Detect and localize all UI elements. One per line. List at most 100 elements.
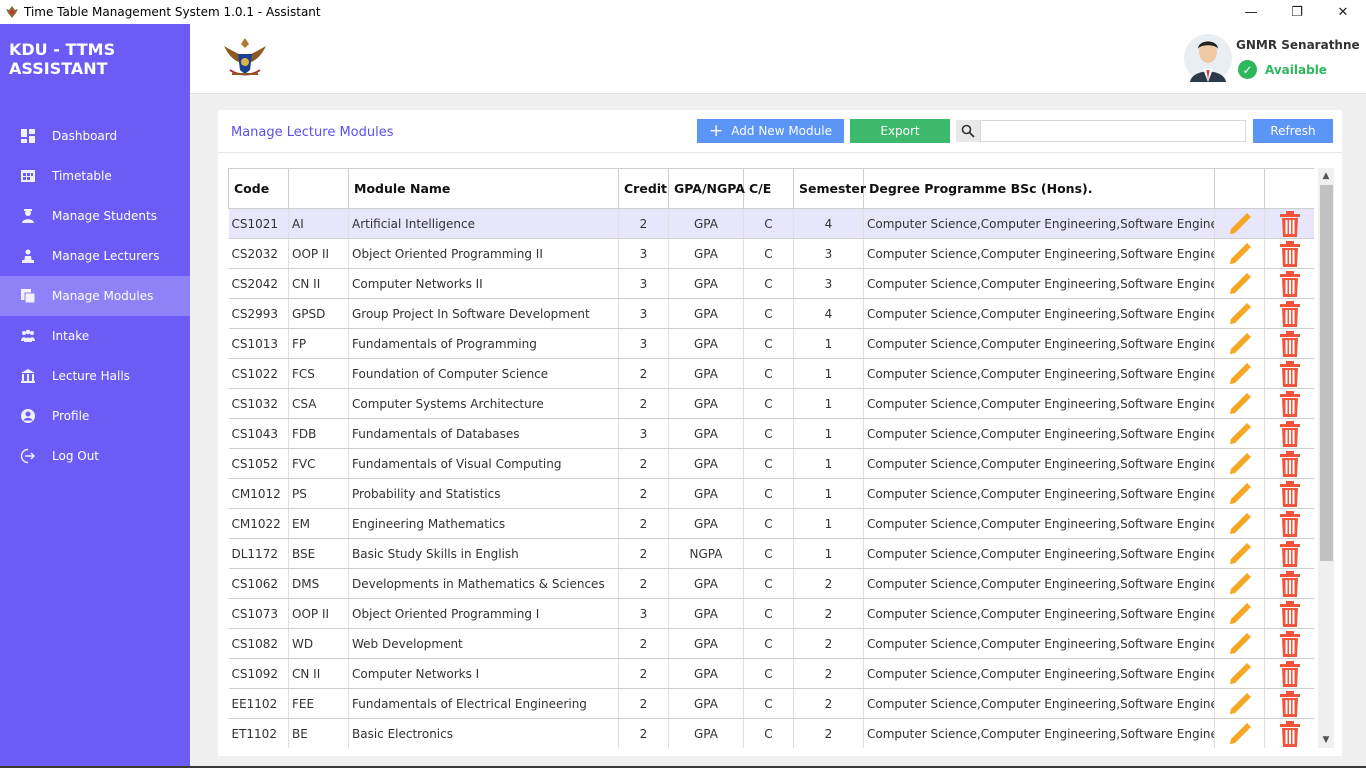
cell-semester: 4 — [793, 298, 864, 329]
edit-button[interactable] — [1214, 238, 1265, 269]
scroll-up-arrow-icon[interactable]: ▲ — [1318, 168, 1334, 184]
pencil-icon — [1216, 330, 1265, 358]
minimize-button[interactable]: — — [1228, 0, 1274, 24]
table-row[interactable]: CS1022 FCS Foundation of Computer Science 2… — [228, 358, 1314, 389]
table-row[interactable]: CM1022 EM Engineering Mathematics 2 GPA C 1 Com… — [228, 508, 1314, 539]
cell-code: CS1022 — [228, 358, 289, 389]
table-row[interactable]: CS2042 CN II Computer Networks II 3 GPA C 3 Com… — [228, 268, 1314, 299]
sidebar-item-dashboard[interactable]: Dashboard — [0, 116, 190, 156]
edit-button[interactable] — [1214, 598, 1265, 629]
edit-button[interactable] — [1214, 388, 1265, 419]
table-row[interactable]: CS1062 DMS Developments in Mathematics & S… — [228, 568, 1314, 599]
cell-ce: C — [743, 628, 794, 659]
delete-button[interactable] — [1264, 658, 1314, 689]
sidebar-item-lecture-halls[interactable]: Lecture Halls — [0, 356, 190, 396]
edit-button[interactable] — [1214, 628, 1265, 659]
sidebar-item-label: Dashboard — [52, 129, 118, 143]
sidebar-item-manage-modules[interactable]: Manage Modules — [0, 276, 190, 316]
delete-button[interactable] — [1264, 418, 1314, 449]
search-input[interactable] — [980, 120, 1246, 142]
pencil-icon — [1216, 420, 1265, 448]
delete-button[interactable] — [1264, 388, 1314, 419]
maximize-button[interactable]: ❐ — [1274, 0, 1320, 24]
column-header-degree[interactable]: Degree Programme BSc (Hons). — [863, 168, 1215, 209]
table-row[interactable]: CS2032 OOP II Object Oriented Programming … — [228, 238, 1314, 269]
edit-button[interactable] — [1214, 418, 1265, 449]
delete-button[interactable] — [1264, 508, 1314, 539]
table-row[interactable]: CS1021 AI Artificial Intelligence 2 GPA C 4 Com… — [228, 208, 1314, 239]
edit-button[interactable] — [1214, 718, 1265, 748]
table-row[interactable]: EE1102 FEE Fundamentals of Electrical Engi… — [228, 688, 1314, 719]
edit-button[interactable] — [1214, 328, 1265, 359]
delete-button[interactable] — [1264, 538, 1314, 569]
sidebar-item-profile[interactable]: Profile — [0, 396, 190, 436]
delete-button[interactable] — [1264, 358, 1314, 389]
delete-button[interactable] — [1264, 238, 1314, 269]
cell-ce: C — [743, 598, 794, 629]
cell-semester: 1 — [793, 508, 864, 539]
table-row[interactable]: CS1032 CSA Computer Systems Architecture 2 G… — [228, 388, 1314, 419]
sidebar-item-intake[interactable]: Intake — [0, 316, 190, 356]
sidebar-item-log-out[interactable]: Log Out — [0, 436, 190, 476]
edit-button[interactable] — [1214, 658, 1265, 689]
delete-button[interactable] — [1264, 568, 1314, 599]
column-header-code[interactable]: Code — [228, 168, 289, 209]
table-row[interactable]: CS1073 OOP II Object Oriented Programming … — [228, 598, 1314, 629]
table-row[interactable]: CM1012 PS Probability and Statistics 2 GPA C 1… — [228, 478, 1314, 509]
edit-button[interactable] — [1214, 358, 1265, 389]
edit-button[interactable] — [1214, 568, 1265, 599]
table-row[interactable]: CS2993 GPSD Group Project In Software Deve… — [228, 298, 1314, 329]
sidebar-item-manage-students[interactable]: Manage Students — [0, 196, 190, 236]
delete-button[interactable] — [1264, 448, 1314, 479]
delete-button[interactable] — [1264, 268, 1314, 299]
edit-button[interactable] — [1214, 268, 1265, 299]
delete-button[interactable] — [1264, 628, 1315, 659]
table-row[interactable]: CS1013 FP Fundamentals of Programming 3 GPA C… — [228, 328, 1314, 359]
cell-degree: Computer Science,Computer Engineering,So… — [863, 658, 1215, 689]
table-scrollbar[interactable]: ▲ ▼ — [1318, 168, 1334, 748]
column-header-semester[interactable]: Semester — [793, 168, 866, 209]
scrollbar-thumb[interactable] — [1320, 185, 1333, 561]
delete-button[interactable] — [1264, 298, 1314, 329]
column-header-credit[interactable]: Credit — [618, 168, 669, 209]
edit-button[interactable] — [1214, 508, 1265, 539]
add-module-button[interactable]: + Add New Module — [697, 119, 844, 143]
table-row[interactable]: CS1043 FDB Fundamentals of Databases 3 GPA C 1… — [228, 418, 1314, 449]
column-header-short-name[interactable] — [288, 168, 349, 209]
close-button[interactable]: ✕ — [1320, 0, 1366, 24]
pencil-icon — [1216, 540, 1265, 568]
delete-button[interactable] — [1264, 598, 1314, 629]
delete-button[interactable] — [1264, 208, 1314, 239]
column-header-gpa[interactable]: GPA/NGPA — [668, 168, 745, 209]
delete-button[interactable] — [1264, 718, 1314, 748]
table-row[interactable]: CS1052 FVC Fundamentals of Visual Computin… — [228, 448, 1314, 479]
cell-code: CS1013 — [228, 328, 289, 359]
edit-button[interactable] — [1214, 538, 1265, 569]
refresh-button[interactable]: Refresh — [1253, 119, 1333, 143]
cell-code: CS1082 — [228, 628, 289, 659]
pencil-icon — [1216, 390, 1265, 418]
table-row[interactable]: CS1092 CN II Computer Networks I 2 GPA C 2 Comp… — [228, 658, 1314, 689]
export-button[interactable]: Export — [850, 119, 950, 143]
table-row[interactable]: DL1172 BSE Basic Study Skills in English 2 N… — [228, 538, 1314, 569]
delete-button[interactable] — [1264, 688, 1314, 719]
plus-icon: + — [709, 120, 724, 141]
avatar — [1184, 34, 1232, 82]
scroll-down-arrow-icon[interactable]: ▼ — [1318, 732, 1334, 748]
trash-icon — [1266, 630, 1315, 658]
sidebar-item-manage-lecturers[interactable]: Manage Lecturers — [0, 236, 190, 276]
edit-button[interactable] — [1214, 298, 1265, 329]
pencil-icon — [1216, 210, 1265, 238]
manage-modules-panel: Manage Lecture Modules + Add New Module … — [218, 110, 1342, 756]
table-row[interactable]: CS1082 WD Web Development 2 GPA C 2 Computer Sc… — [228, 628, 1315, 659]
delete-button[interactable] — [1264, 328, 1314, 359]
sidebar-item-timetable[interactable]: Timetable — [0, 156, 190, 196]
column-header-ce[interactable]: C/E — [743, 168, 794, 209]
edit-button[interactable] — [1214, 448, 1265, 479]
edit-button[interactable] — [1214, 208, 1265, 239]
table-row[interactable]: ET1102 BE Basic Electronics 2 GPA C 2 Computer … — [228, 718, 1314, 748]
column-header-module-name[interactable]: Module Name — [348, 168, 619, 209]
edit-button[interactable] — [1214, 478, 1265, 509]
delete-button[interactable] — [1264, 478, 1314, 509]
edit-button[interactable] — [1214, 688, 1265, 719]
